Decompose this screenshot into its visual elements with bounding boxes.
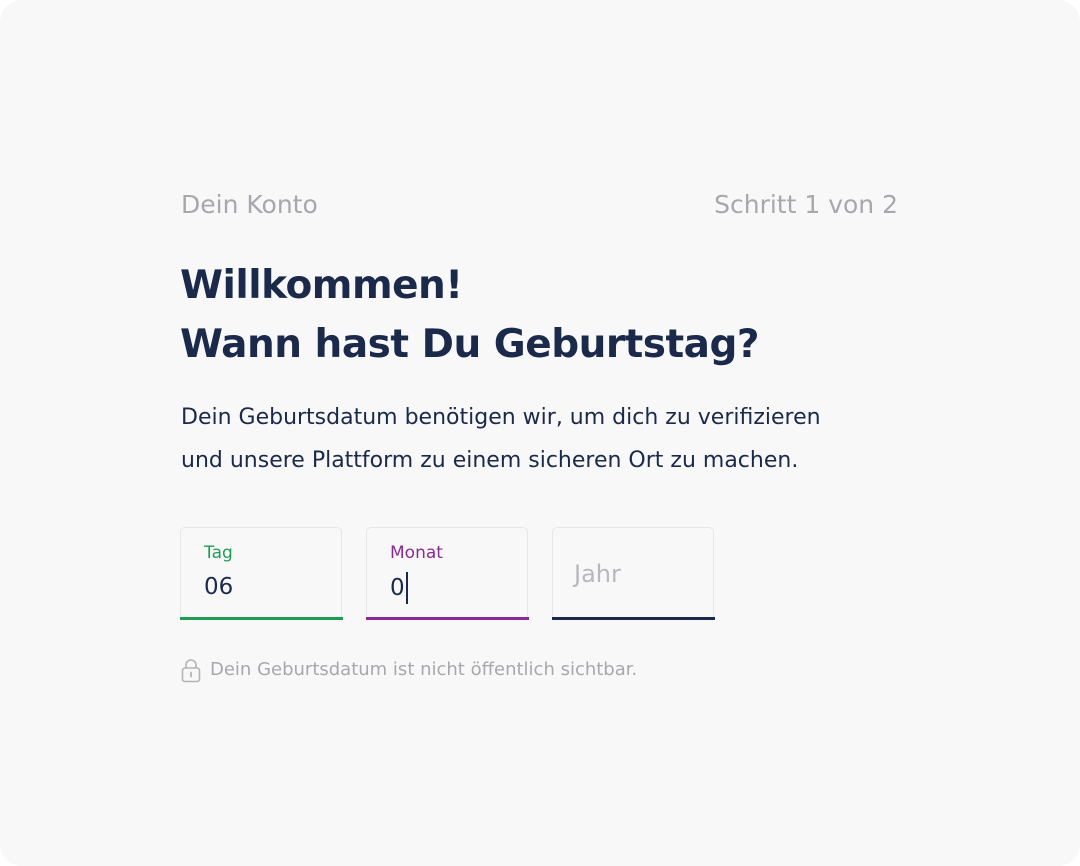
day-field-value[interactable]: 06 xyxy=(204,572,233,602)
privacy-hint: Dein Geburtsdatum ist nicht öffentlich s… xyxy=(181,657,637,683)
step-header: Dein Konto Schritt 1 von 2 xyxy=(181,188,898,222)
month-field-label: Monat xyxy=(390,543,443,563)
privacy-hint-text: Dein Geburtsdatum ist nicht öffentlich s… xyxy=(210,659,638,680)
lock-icon xyxy=(181,658,210,683)
description-line-1: Dein Geburtsdatum benötigen wir, um dich… xyxy=(181,405,821,430)
onboarding-card: Dein Konto Schritt 1 von 2 Willkommen! W… xyxy=(0,0,1080,866)
day-field[interactable]: Tag 06 xyxy=(179,527,343,620)
year-field[interactable]: Jahr xyxy=(551,527,715,620)
day-field-label: Tag xyxy=(204,543,233,563)
year-field-placeholder[interactable]: Jahr xyxy=(574,558,621,590)
birthdate-fields: Tag 06 Monat 0 Jahr xyxy=(179,527,738,620)
text-caret xyxy=(405,572,408,604)
title-line-welcome: Willkommen! xyxy=(180,263,463,308)
step-indicator: Schritt 1 von 2 xyxy=(714,190,898,219)
month-field-value: 0 xyxy=(390,575,405,601)
description-line-2: und unsere Plattform zu einem sicheren O… xyxy=(181,448,799,473)
title-line-question: Wann hast Du Geburtstag? xyxy=(180,322,760,367)
month-field-input[interactable]: 0 xyxy=(390,572,408,604)
section-label: Dein Konto xyxy=(181,190,318,219)
month-field[interactable]: Monat 0 xyxy=(365,527,529,620)
description-text: Dein Geburtsdatum benötigen wir, um dich… xyxy=(181,396,901,482)
page-title: Willkommen! Wann hast Du Geburtstag? xyxy=(180,256,760,374)
